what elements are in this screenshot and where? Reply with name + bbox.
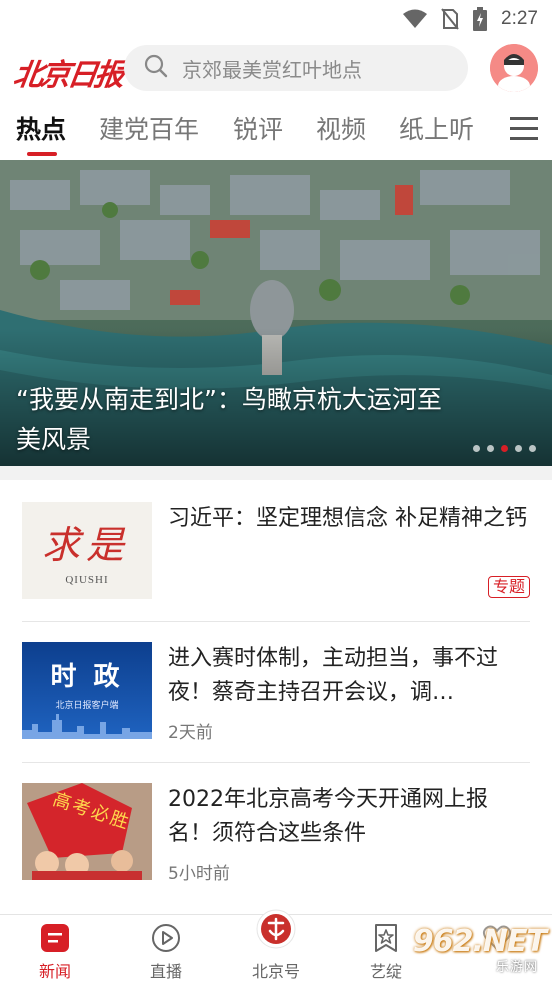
article-thumbnail: 求是 QIUSHI xyxy=(22,502,152,599)
search-placeholder: 京郊最美赏红叶地点 xyxy=(182,57,362,82)
thumbnail-text: 时 政 xyxy=(50,662,124,692)
carousel-dot-active[interactable] xyxy=(501,445,508,452)
carousel-indicators xyxy=(473,445,536,452)
carousel-dot[interactable] xyxy=(529,445,536,452)
item-separator xyxy=(22,621,530,622)
tab-commentary[interactable]: 锐评 xyxy=(233,110,283,146)
search-bar[interactable]: 京郊最美赏红叶地点 xyxy=(124,45,468,91)
topic-badge: 专题 xyxy=(487,576,530,598)
news-list-item[interactable]: 求是 QIUSHI 习近平：坚定理想信念 补足精神之钙 专题 xyxy=(22,502,530,622)
carousel-dot[interactable] xyxy=(473,445,480,452)
battery-charging-icon xyxy=(473,7,488,31)
watermark-subtext: 乐游网 xyxy=(495,960,538,975)
news-list-item[interactable]: 时 政 北京日报客户端 进入赛时体制，主动担当，事不过夜！蔡奇主持召开会议，调…… xyxy=(22,642,530,763)
skyline-graphic xyxy=(22,714,152,739)
play-icon xyxy=(152,924,180,952)
hero-banner[interactable]: “我要从南走到北”：鸟瞰京杭大运河至美风景 xyxy=(0,160,552,466)
news-list-item[interactable]: 高考必胜 2022年北京高考今天开通网上报名！须符合这些条件 5小时前 xyxy=(22,783,530,903)
article-title: 2022年北京高考今天开通网上报名！须符合这些条件 xyxy=(168,787,488,846)
banner-caption: “我要从南走到北”：鸟瞰京杭大运河至美风景 xyxy=(16,385,442,454)
star-bookmark-icon xyxy=(375,924,397,952)
tab-video[interactable]: 视频 xyxy=(316,110,366,146)
news-icon xyxy=(41,924,69,952)
app-logo[interactable]: 北京日报 xyxy=(11,50,125,94)
tab-party-centenary[interactable]: 建党百年 xyxy=(99,110,199,146)
carousel-dot[interactable] xyxy=(515,445,522,452)
nav-label: 艺绽 xyxy=(369,962,402,981)
article-thumbnail: 高考必胜 xyxy=(22,783,152,880)
no-sim-icon xyxy=(441,8,459,30)
carousel-dot[interactable] xyxy=(487,445,494,452)
wifi-icon xyxy=(403,9,428,29)
nav-label: 新闻 xyxy=(38,962,71,981)
avatar-icon[interactable] xyxy=(490,44,538,92)
nav-live[interactable]: 直播 xyxy=(121,915,211,983)
tab-audio[interactable]: 纸上听 xyxy=(399,110,474,146)
article-time: 2天前 xyxy=(168,723,213,743)
active-tab-indicator xyxy=(27,152,57,156)
nav-label: 直播 xyxy=(149,962,182,981)
item-separator xyxy=(22,762,530,763)
article-time: 5小时前 xyxy=(168,864,230,884)
watermark-text: 962.NET xyxy=(412,924,547,959)
watermark: 962.NET 乐游网 xyxy=(412,924,547,975)
article-thumbnail: 时 政 北京日报客户端 xyxy=(22,642,152,739)
thumbnail-text: 求是 xyxy=(42,523,131,567)
nav-news[interactable]: 新闻 xyxy=(10,915,100,983)
search-icon xyxy=(144,54,168,82)
thumbnail-subtext: QIUSHI xyxy=(65,574,109,586)
article-title: 进入赛时体制，主动担当，事不过夜！蔡奇主持召开会议，调… xyxy=(168,646,499,705)
tab-hot[interactable]: 热点 xyxy=(16,110,66,146)
article-title: 习近平：坚定理想信念 补足精神之钙 xyxy=(168,506,527,531)
clock: 2:27 xyxy=(501,8,538,29)
menu-icon[interactable] xyxy=(510,116,538,146)
section-divider xyxy=(0,466,552,480)
channel-tabs: 热点 建党百年 锐评 视频 纸上听 xyxy=(0,100,552,158)
app-header: 北京日报 京郊最美赏红叶地点 xyxy=(0,40,552,96)
beijing-logo-icon xyxy=(256,909,296,949)
nav-beijing-hao[interactable]: 北京号 xyxy=(231,909,321,983)
status-bar: 2:27 xyxy=(0,0,552,38)
nav-label: 北京号 xyxy=(251,962,300,981)
